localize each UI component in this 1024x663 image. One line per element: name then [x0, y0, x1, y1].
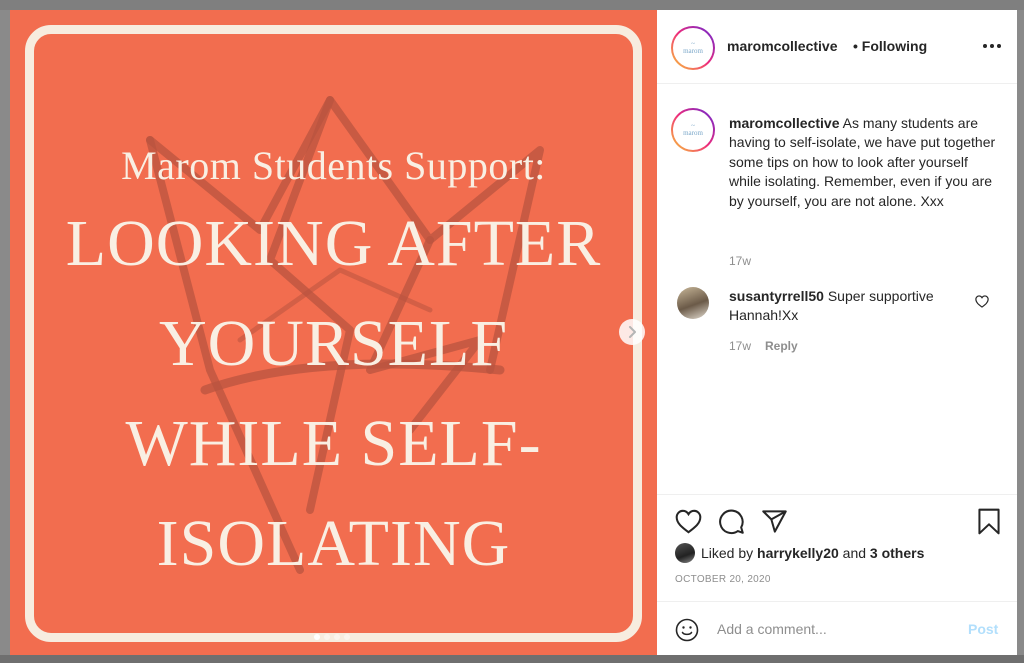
carousel-dot: [344, 634, 350, 640]
carousel-dot: [334, 634, 340, 640]
liker-avatar[interactable]: [675, 543, 695, 563]
dot: [990, 44, 994, 48]
marom-logo-icon: ~ marom: [683, 40, 703, 55]
comment-icon[interactable]: [718, 508, 745, 535]
marom-logo-icon: ~ marom: [683, 122, 703, 137]
caption-author-avatar[interactable]: ~ marom: [671, 108, 715, 152]
comment-input[interactable]: [717, 617, 937, 641]
following-label: Following: [861, 38, 928, 54]
image-title-line: LOOKING AFTER: [65, 207, 602, 280]
separator-dot: •: [853, 38, 858, 54]
image-title-line: WHILE SELF-: [125, 407, 542, 480]
bookmark-icon[interactable]: [977, 508, 1001, 535]
emoji-icon[interactable]: [675, 618, 699, 642]
image-headline: Marom Students Support: LOOKING AFTER YO…: [10, 138, 657, 594]
caption-timestamp[interactable]: 17w: [729, 254, 751, 268]
liked-username[interactable]: harrykelly20: [757, 545, 839, 561]
share-icon[interactable]: [761, 508, 788, 535]
comment-meta: 17w Reply: [729, 339, 798, 353]
add-comment-bar: Post: [657, 601, 1017, 655]
caption-avatar-image: ~ marom: [673, 110, 713, 150]
comment-username[interactable]: susantyrrell50: [729, 288, 824, 304]
next-image-button[interactable]: [619, 319, 645, 345]
image-subtitle: Marom Students Support:: [121, 143, 546, 188]
author-avatar[interactable]: ~ marom: [671, 26, 715, 70]
liked-and: and: [842, 545, 867, 561]
carousel-dot: [324, 634, 330, 640]
commenter-avatar[interactable]: [677, 287, 709, 319]
liked-others[interactable]: 3 others: [870, 545, 924, 561]
likes-text: Liked by harrykelly20 and 3 others: [701, 545, 924, 561]
comment-like-heart-icon[interactable]: [975, 295, 989, 308]
post-comment-button[interactable]: Post: [968, 621, 998, 637]
image-title-line: ISOLATING: [156, 507, 511, 580]
heart-icon[interactable]: [675, 509, 702, 534]
comment-text-block: susantyrrell50 Super supportive Hannah!X…: [729, 287, 949, 326]
dot: [997, 44, 1001, 48]
likes-summary: Liked by harrykelly20 and 3 others: [675, 543, 924, 563]
post-details-panel: ~ marom maromcollective • Following ~ maro…: [657, 10, 1017, 655]
reply-button[interactable]: Reply: [765, 339, 798, 353]
post-header: ~ marom maromcollective • Following: [657, 10, 1017, 84]
post-date[interactable]: OCTOBER 20, 2020: [675, 574, 771, 585]
image-title-line: YOURSELF: [158, 307, 509, 380]
post-actions: Liked by harrykelly20 and 3 others OCTOB…: [657, 494, 1017, 654]
caption-text-block: maromcollective As many students are hav…: [729, 114, 999, 211]
chevron-right-icon: [629, 326, 636, 338]
caption-username[interactable]: maromcollective: [729, 115, 840, 131]
backdrop-top: [0, 0, 1024, 10]
carousel-dot-active: [314, 634, 320, 640]
comment-timestamp[interactable]: 17w: [729, 339, 751, 353]
backdrop-bottom: [0, 655, 1024, 663]
more-options-icon[interactable]: [983, 44, 1001, 48]
author-username[interactable]: maromcollective: [727, 38, 838, 54]
post-image: Marom Students Support: LOOKING AFTER YO…: [10, 10, 657, 655]
dot: [983, 44, 987, 48]
author-avatar-image: ~ marom: [673, 28, 713, 68]
carousel-dots: [314, 634, 350, 640]
liked-prefix: Liked by: [701, 545, 754, 561]
following-status[interactable]: • Following: [853, 38, 927, 54]
